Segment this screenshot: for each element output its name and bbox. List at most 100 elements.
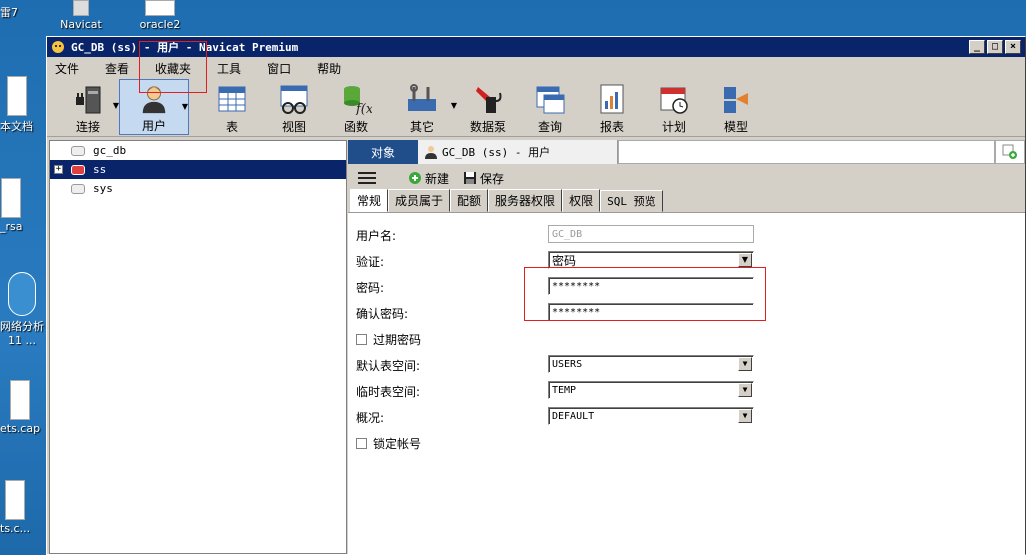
profile-value: DEFAULT (552, 410, 595, 422)
editor-tabs: 对象 GC_DB (ss) - 用户 (348, 140, 1025, 164)
auth-value: 密码 (552, 253, 577, 268)
schedule-icon (660, 87, 688, 114)
model-icon (724, 87, 748, 113)
user-icon (425, 146, 437, 159)
toolbar-label: 其它 (409, 120, 434, 134)
tab-privileges[interactable]: 权限 (562, 189, 601, 212)
dropdown-arrow-icon[interactable]: ▼ (738, 409, 752, 423)
navicat-desktop-icon[interactable]: Navicat (58, 0, 104, 31)
tab-member-of[interactable]: 成员属于 (388, 189, 451, 212)
temp-tablespace-value: TEMP (552, 384, 577, 396)
desktop-icon-label: 雷7 (0, 6, 18, 19)
tree-item-sys[interactable]: sys (50, 179, 346, 198)
new-tab-button[interactable] (995, 140, 1025, 164)
desktop-icon-label: _rsa (0, 220, 23, 233)
document-icon (6, 76, 27, 116)
toolbar-table-button[interactable]: 表 (201, 79, 263, 135)
menu-file[interactable]: 文件 (55, 60, 79, 77)
temp-tablespace-select[interactable]: TEMP ▼ (548, 381, 754, 399)
document-desktop-icon[interactable]: 本文档 (0, 76, 33, 134)
tab-server-privileges[interactable]: 服务器权限 (488, 189, 563, 212)
cap-desktop-icon[interactable]: ets.cap (0, 380, 40, 435)
rsa-desktop-icon[interactable]: _rsa (0, 178, 23, 233)
navicat-logo-icon (52, 41, 64, 53)
toolbar-label: 连接 (75, 120, 100, 134)
toolbar-label: 报表 (599, 120, 624, 134)
toolbar-view-button[interactable]: 视图 (263, 79, 325, 135)
tree-item-label: ss (93, 163, 107, 176)
datapump-icon (476, 87, 502, 113)
menu-help[interactable]: 帮助 (317, 60, 341, 77)
save-icon (464, 172, 477, 184)
checkbox-icon[interactable] (356, 438, 367, 449)
menu-tools[interactable]: 工具 (217, 60, 241, 77)
desktop-icon[interactable]: 雷7 (0, 4, 18, 20)
highlight-box (524, 267, 766, 321)
close-button[interactable]: × (1005, 40, 1021, 54)
new-button[interactable]: 新建 (408, 170, 449, 187)
property-tabs: 常规 成员属于 配额 服务器权限 权限 SQL 预览 (348, 189, 1025, 212)
network-analysis-desktop-icon[interactable]: 网络分析 11 ... (0, 272, 44, 347)
connection-icon (76, 86, 101, 114)
toolbar-label: 表 (225, 120, 238, 134)
toolbar-datapump-button[interactable]: 数据泵 (457, 79, 519, 135)
schema-icon (71, 164, 85, 175)
toolbar-label: 数据泵 (469, 120, 506, 134)
object-tree: gc_db + ss sys (49, 140, 347, 554)
toolbar-label: 查询 (537, 120, 562, 134)
file-icon (10, 380, 31, 420)
file-icon (145, 0, 175, 16)
tab-user-editor[interactable]: GC_DB (ss) - 用户 (418, 140, 618, 164)
oracle-desktop-icon[interactable]: oracle2 (136, 0, 184, 31)
toolbar-schedule-button[interactable]: 计划 (643, 79, 705, 135)
toolbar-model-button[interactable]: 模型 (705, 79, 767, 135)
tab-label: GC_DB (ss) - 用户 (442, 146, 551, 159)
editor-toolbar: 新建 保存 (348, 164, 1025, 192)
toolbar-function-button[interactable]: f(x) 函数 (325, 79, 387, 135)
toolbar-label: 视图 (281, 120, 306, 134)
dropdown-arrow-icon[interactable]: ▼ (738, 383, 752, 397)
desktop-icon-label: 网络分析 (0, 320, 44, 333)
expire-password-checkbox[interactable]: 过期密码 (356, 331, 421, 348)
toolbar-label: 模型 (723, 120, 748, 134)
save-button-label: 保存 (480, 171, 505, 186)
user-general-form: 用户名: GC_DB 验证: 密码 ▼ 密码: ******** 确认密码: *… (348, 212, 1025, 554)
toolbar-other-button[interactable]: 其它 ▼ (387, 79, 457, 135)
dropdown-arrow-icon[interactable]: ▼ (738, 357, 752, 371)
username-field: GC_DB (548, 225, 754, 243)
lock-account-checkbox[interactable]: 锁定帐号 (356, 435, 421, 452)
navicat-window: GC_DB (ss) - 用户 - Navicat Premium _ □ × … (46, 36, 1026, 555)
save-button[interactable]: 保存 (463, 170, 504, 187)
tab-quota[interactable]: 配额 (450, 189, 489, 212)
dropdown-arrow-icon[interactable]: ▼ (182, 102, 188, 111)
tab-general[interactable]: 常规 (350, 189, 389, 212)
highlight-box (139, 41, 207, 93)
checkbox-icon[interactable] (356, 334, 367, 345)
schema-icon (71, 145, 85, 156)
tab-sql-preview[interactable]: SQL 预览 (600, 190, 663, 212)
maximize-button[interactable]: □ (987, 40, 1003, 54)
tab-empty-area (618, 140, 995, 164)
profile-select[interactable]: DEFAULT ▼ (548, 407, 754, 425)
temp-tablespace-label: 临时表空间: (356, 385, 421, 399)
tree-item-ss[interactable]: + ss (50, 160, 346, 179)
tree-item-gc_db[interactable]: gc_db (50, 141, 346, 160)
default-tablespace-select[interactable]: USERS ▼ (548, 355, 754, 373)
toolbar-query-button[interactable]: 查询 (519, 79, 581, 135)
expand-icon[interactable]: + (54, 165, 63, 174)
add-icon (409, 172, 421, 184)
desktop-icon-label: 本文档 (0, 120, 33, 133)
menu-icon[interactable] (358, 169, 376, 187)
password-label: 密码: (356, 281, 385, 295)
ts-desktop-icon[interactable]: ts.c... (0, 480, 30, 535)
tab-objects[interactable]: 对象 (348, 140, 418, 164)
username-label: 用户名: (356, 229, 397, 243)
menu-window[interactable]: 窗口 (267, 60, 291, 77)
toolbar-report-button[interactable]: 报表 (581, 79, 643, 135)
toolbar-label: 用户 (141, 119, 166, 133)
minimize-button[interactable]: _ (969, 40, 985, 54)
menu-view[interactable]: 查看 (105, 60, 129, 77)
toolbar-label: 函数 (343, 120, 368, 134)
dropdown-arrow-icon[interactable]: ▼ (738, 253, 752, 267)
toolbar-connection-button[interactable]: 连接 ▼ (57, 79, 119, 135)
